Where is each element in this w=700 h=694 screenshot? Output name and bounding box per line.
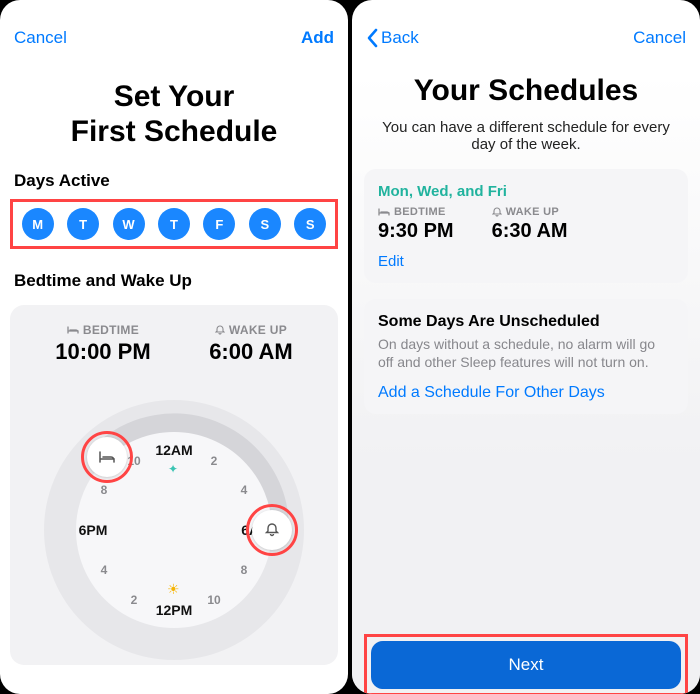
wakeup-col: WAKE UP 6:00 AM xyxy=(209,323,293,365)
day-chip-thu[interactable]: T xyxy=(158,208,190,240)
page-title: Set YourFirst Schedule xyxy=(0,80,348,149)
clock-minor: 2 xyxy=(131,593,138,607)
clock-minor: 8 xyxy=(101,483,108,497)
day-chip-mon[interactable]: M xyxy=(22,208,54,240)
times-row: BEDTIME 10:00 PM WAKE UP 6:00 AM xyxy=(26,323,322,365)
clock-minor: 4 xyxy=(241,483,248,497)
bedtime-handle[interactable] xyxy=(87,437,127,477)
schedule-bedtime-value: 9:30 PM xyxy=(378,220,454,243)
next-button[interactable]: Next xyxy=(371,641,681,689)
schedule-days: Mon, Wed, and Fri xyxy=(378,183,674,200)
chevron-left-icon xyxy=(366,28,379,48)
bed-icon xyxy=(378,207,390,217)
bedtime-value: 10:00 PM xyxy=(55,339,150,365)
unscheduled-body: On days without a schedule, no alarm wil… xyxy=(378,335,674,373)
day-chip-sat[interactable]: S xyxy=(249,208,281,240)
bell-icon xyxy=(215,325,225,335)
screen-your-schedules: Back Cancel Your Schedules You can have … xyxy=(352,0,700,694)
day-chip-sun[interactable]: S xyxy=(294,208,326,240)
unscheduled-card: Some Days Are Unscheduled On days withou… xyxy=(364,299,688,415)
schedule-wakeup-col: WAKE UP 6:30 AM xyxy=(492,206,568,243)
bedtime-col: BEDTIME 10:00 PM xyxy=(55,323,150,365)
screen-set-schedule: Cancel Add Set YourFirst Schedule Days A… xyxy=(0,0,348,694)
day-chip-wed[interactable]: W xyxy=(113,208,145,240)
wakeup-value: 6:00 AM xyxy=(209,339,293,365)
bedtime-card: BEDTIME 10:00 PM WAKE UP 6:00 AM 12A xyxy=(10,305,338,665)
stars-icon: ✦ xyxy=(168,462,178,476)
page-title: Your Schedules xyxy=(352,74,700,109)
page-subtitle: You can have a different schedule for ev… xyxy=(352,119,700,153)
cancel-button[interactable]: Cancel xyxy=(14,28,67,48)
clock-minor: 2 xyxy=(211,454,218,468)
sun-icon: ☀ xyxy=(167,581,180,598)
cancel-button[interactable]: Cancel xyxy=(633,28,686,48)
nav-bar: Cancel Add xyxy=(0,0,348,50)
clock-minor: 4 xyxy=(101,563,108,577)
day-chip-fri[interactable]: F xyxy=(203,208,235,240)
wakeup-label: WAKE UP xyxy=(229,323,287,337)
add-button[interactable]: Add xyxy=(301,28,334,48)
unscheduled-title: Some Days Are Unscheduled xyxy=(378,313,674,331)
highlight-next: Next xyxy=(364,634,688,694)
clock-12am: 12AM xyxy=(155,442,192,458)
clock-minor: 10 xyxy=(207,593,220,607)
schedule-wakeup-value: 6:30 AM xyxy=(492,220,568,243)
schedule-bedtime-col: BEDTIME 9:30 PM xyxy=(378,206,454,243)
days-active-row: M T W T F S S xyxy=(10,199,338,249)
back-button[interactable]: Back xyxy=(366,28,419,48)
bedtime-wakeup-label: Bedtime and Wake Up xyxy=(0,271,348,291)
day-chip-tue[interactable]: T xyxy=(67,208,99,240)
days-active-label: Days Active xyxy=(0,171,348,191)
bell-icon xyxy=(492,207,502,217)
edit-schedule-link[interactable]: Edit xyxy=(378,253,404,270)
sleep-clock[interactable]: 12AM 6AM 12PM 6PM 2 4 8 10 2 4 8 10 ✦ ☀ xyxy=(44,400,304,660)
clock-minor: 10 xyxy=(127,454,140,468)
clock-12pm: 12PM xyxy=(156,602,193,618)
nav-bar: Back Cancel xyxy=(352,0,700,50)
clock-minor: 8 xyxy=(241,563,248,577)
add-schedule-link[interactable]: Add a Schedule For Other Days xyxy=(378,384,605,402)
bed-icon xyxy=(67,325,79,335)
clock-6pm: 6PM xyxy=(79,522,108,538)
schedule-card: Mon, Wed, and Fri BEDTIME 9:30 PM xyxy=(364,169,688,283)
wakeup-handle[interactable] xyxy=(252,510,292,550)
bedtime-label: BEDTIME xyxy=(83,323,139,337)
